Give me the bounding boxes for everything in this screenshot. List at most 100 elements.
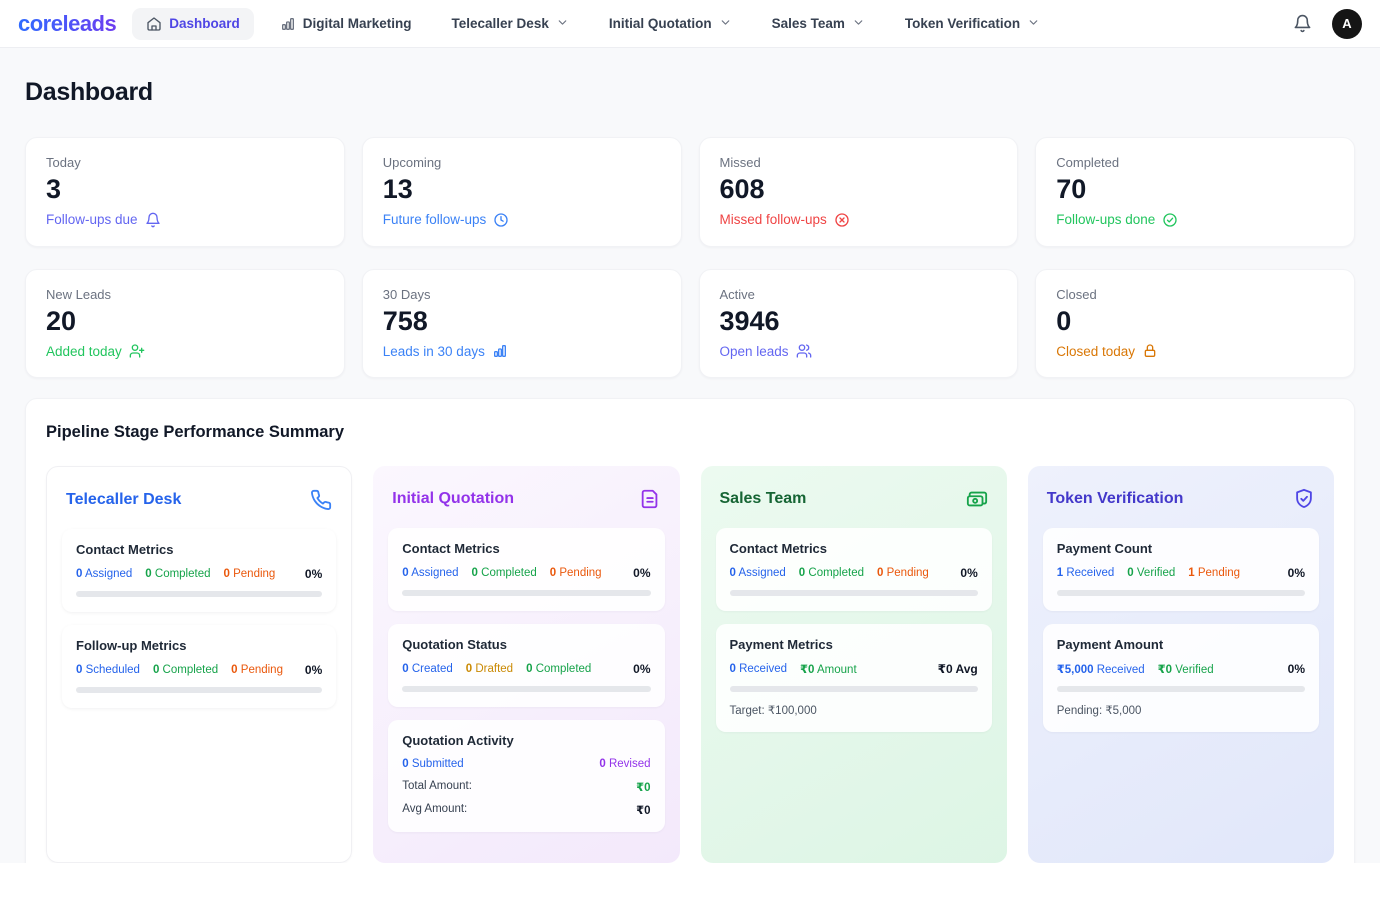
- bell-icon: [145, 212, 161, 228]
- stat-caption: Follow-ups due: [46, 212, 324, 228]
- stat-card-today: Today3Follow-ups due: [25, 137, 345, 247]
- metric-received: ₹5,000 Received: [1057, 662, 1145, 676]
- chevron-down-icon: [556, 16, 569, 29]
- metric-assigned: 0 Assigned: [76, 568, 132, 580]
- nav-item-telecaller-desk[interactable]: Telecaller Desk: [438, 8, 583, 40]
- metric-row: 0 Created0 Drafted0 Completed0%: [402, 662, 650, 676]
- section-title: Payment Amount: [1057, 637, 1305, 652]
- metric-received: 1 Received: [1057, 567, 1115, 579]
- stat-label: Active: [720, 287, 998, 302]
- section-right-value: 0%: [960, 566, 977, 580]
- pipeline-stage-telecaller-desk: Telecaller DeskContact Metrics0 Assigned…: [46, 466, 352, 863]
- stat-card-closed: Closed0Closed today: [1035, 269, 1355, 379]
- kv-row-avg-amount: Avg Amount:₹0: [402, 803, 650, 817]
- stat-caption: Added today: [46, 343, 324, 359]
- pipeline-summary-card: Pipeline Stage Performance Summary Telec…: [25, 398, 1355, 863]
- progress-bar: [730, 590, 978, 596]
- metric-row: 0 Assigned0 Completed0 Pending0%: [730, 566, 978, 580]
- nav-item-label: Digital Marketing: [303, 16, 412, 31]
- section-right-value: 0%: [633, 566, 650, 580]
- stage-section-payment-amount: Payment Amount₹5,000 Received₹0 Verified…: [1043, 624, 1319, 732]
- stat-value: 0: [1056, 307, 1334, 337]
- stage-section-payment-count: Payment Count1 Received0 Verified1 Pendi…: [1043, 528, 1319, 611]
- section-right-value: 0%: [1288, 662, 1305, 676]
- stat-caption: Missed follow-ups: [720, 212, 998, 228]
- metric-received: 0 Received: [730, 663, 788, 675]
- bar-chart-icon: [280, 16, 296, 32]
- section-title: Quotation Status: [402, 637, 650, 652]
- stage-section-contact-metrics: Contact Metrics0 Assigned0 Completed0 Pe…: [62, 529, 336, 612]
- page-title: Dashboard: [25, 78, 1355, 107]
- kv-row-total-amount: Total Amount:₹0: [402, 780, 650, 794]
- stage-section-follow-up-metrics: Follow-up Metrics0 Scheduled0 Completed0…: [62, 625, 336, 708]
- user-avatar[interactable]: A: [1332, 9, 1362, 39]
- lock-icon: [1142, 343, 1158, 359]
- metric-revised: 0 Revised: [599, 758, 650, 770]
- section-right-value: 0%: [305, 663, 322, 677]
- pipeline-summary-title: Pipeline Stage Performance Summary: [46, 423, 1334, 442]
- home-icon: [146, 16, 162, 32]
- section-title: Contact Metrics: [402, 541, 650, 556]
- file-text-icon: [639, 488, 661, 510]
- stat-label: Missed: [720, 155, 998, 170]
- metric-drafted: 0 Drafted: [466, 663, 513, 675]
- chevron-down-icon: [1027, 16, 1040, 29]
- section-right-value: 0%: [1288, 566, 1305, 580]
- nav-item-token-verification[interactable]: Token Verification: [891, 8, 1054, 40]
- stage-section-contact-metrics: Contact Metrics0 Assigned0 Completed0 Pe…: [716, 528, 992, 611]
- stage-head: Telecaller Desk: [62, 485, 336, 511]
- check-circle-icon: [1162, 212, 1178, 228]
- metric-pending: 0 Pending: [224, 568, 276, 580]
- pipeline-stage-token-verification: Token Verification Payment Count 1 Receive…: [1028, 466, 1334, 863]
- metric-completed: 0 Completed: [145, 568, 210, 580]
- pipeline-stage-sales-team: Sales Team Contact Metrics0 Assigned0 Com…: [701, 466, 1007, 863]
- metric-pending: 1 Pending: [1188, 567, 1240, 579]
- metric-row: 0 Submitted0 Revised: [402, 758, 650, 770]
- clock-icon: [493, 212, 509, 228]
- stat-card-new-leads: New Leads20Added today: [25, 269, 345, 379]
- stat-caption: Closed today: [1056, 343, 1334, 359]
- main-nav: Dashboard Digital Marketing Telecaller Des…: [132, 8, 1054, 40]
- nav-item-label: Token Verification: [905, 16, 1020, 31]
- stage-head: Token Verification: [1043, 484, 1319, 510]
- stage-title: Telecaller Desk: [66, 491, 181, 509]
- nav-item-sales-team[interactable]: Sales Team: [758, 8, 879, 40]
- metric-row: 0 Assigned0 Completed0 Pending0%: [76, 567, 322, 581]
- stage-section-quotation-activity: Quotation Activity0 Submitted0 RevisedTo…: [388, 720, 664, 832]
- section-title: Payment Count: [1057, 541, 1305, 556]
- stat-caption: Open leads: [720, 343, 998, 359]
- nav-item-label: Dashboard: [169, 16, 240, 31]
- progress-bar: [76, 687, 322, 693]
- chevron-down-icon: [852, 16, 865, 29]
- stage-head: Sales Team: [716, 484, 992, 510]
- nav-item-digital-marketing[interactable]: Digital Marketing: [266, 8, 426, 40]
- banknote-icon: [966, 488, 988, 510]
- stat-value: 608: [720, 175, 998, 205]
- stat-value: 3: [46, 175, 324, 205]
- progress-bar: [402, 590, 650, 596]
- topbar-right: A: [1293, 9, 1362, 39]
- stat-value: 70: [1056, 175, 1334, 205]
- stage-title: Sales Team: [720, 490, 807, 508]
- metric-completed: 0 Completed: [799, 567, 864, 579]
- stat-card-30-days: 30 Days758Leads in 30 days: [362, 269, 682, 379]
- nav-item-dashboard[interactable]: Dashboard: [132, 8, 254, 40]
- nav-item-initial-quotation[interactable]: Initial Quotation: [595, 8, 746, 40]
- progress-bar: [730, 686, 978, 692]
- coreleads-logo[interactable]: coreleads: [18, 11, 116, 37]
- stat-card-missed: Missed 608 Missed follow-ups: [699, 137, 1019, 247]
- progress-bar: [1057, 590, 1305, 596]
- topbar: coreleads Dashboard Digital Marketing Tele…: [0, 0, 1380, 48]
- notifications-bell-icon[interactable]: [1293, 14, 1312, 33]
- metric-row: 1 Received0 Verified1 Pending0%: [1057, 566, 1305, 580]
- stat-value: 20: [46, 307, 324, 337]
- stat-label: 30 Days: [383, 287, 661, 302]
- metric-amount: ₹0 Amount: [800, 662, 857, 676]
- stage-section-contact-metrics: Contact Metrics0 Assigned0 Completed0 Pe…: [388, 528, 664, 611]
- stat-value: 3946: [720, 307, 998, 337]
- section-right-value: ₹0 Avg: [938, 662, 978, 676]
- stat-card-active: Active 3946 Open leads: [699, 269, 1019, 379]
- progress-bar: [1057, 686, 1305, 692]
- stat-label: Completed: [1056, 155, 1334, 170]
- progress-bar: [76, 591, 322, 597]
